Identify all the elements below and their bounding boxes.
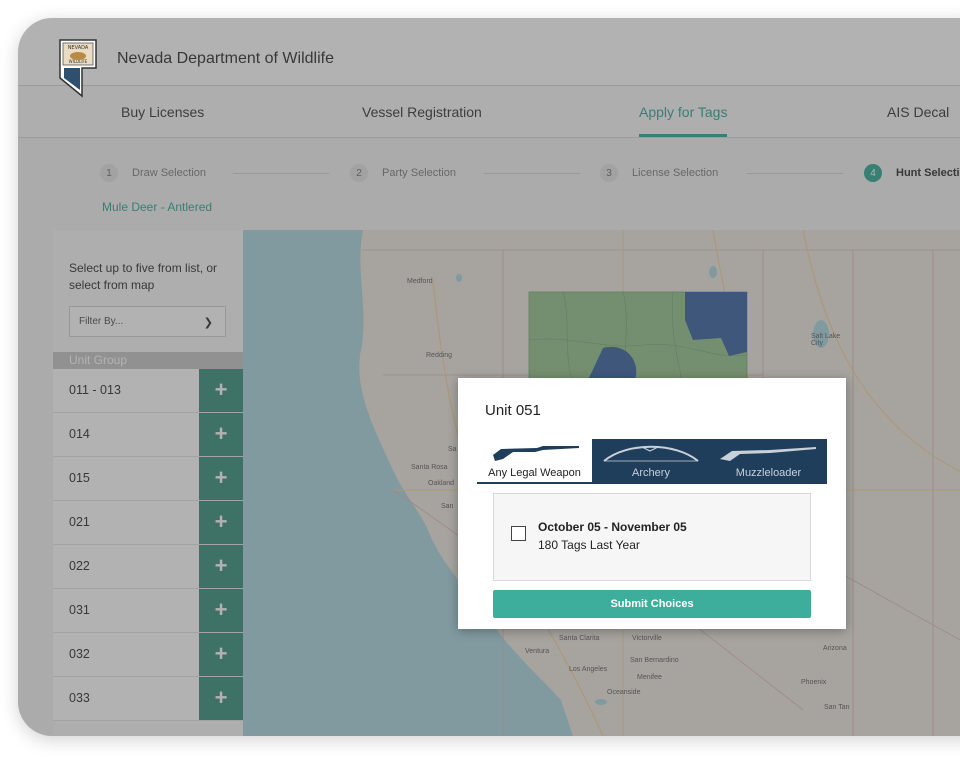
season-dates: October 05 - November 05 — [538, 520, 687, 534]
tab-muzzleloader[interactable]: Muzzleloader — [710, 439, 827, 484]
modal-title: Unit 051 — [485, 402, 541, 419]
submit-choices-button[interactable]: Submit Choices — [493, 590, 811, 618]
season-tags-last-year: 180 Tags Last Year — [538, 538, 640, 552]
tab-label: Archery — [632, 467, 670, 479]
rifle-icon — [493, 446, 579, 461]
bow-icon — [603, 445, 699, 462]
tab-archery[interactable]: Archery — [592, 439, 710, 484]
logo-text-top: NEVADA — [68, 45, 89, 51]
tab-label: Muzzleloader — [735, 467, 802, 479]
tab-any-legal-weapon[interactable]: Any Legal Weapon — [477, 439, 592, 484]
season-checkbox[interactable] — [511, 526, 526, 541]
ndow-logo-icon[interactable]: NEVADA WILDLIFE — [58, 38, 98, 98]
season-option[interactable]: October 05 - November 05 180 Tags Last Y… — [493, 493, 811, 581]
muzzleloader-icon — [720, 447, 816, 461]
app-window: Nevada Department of Wildlife NEVADA WIL… — [18, 18, 960, 736]
unit-hunt-modal: Unit 051 Any Legal Weapon Archery Muzzle… — [458, 378, 846, 629]
tab-label: Any Legal Weapon — [488, 467, 581, 479]
weapon-tabs: Any Legal Weapon Archery Muzzleloader — [477, 439, 827, 484]
